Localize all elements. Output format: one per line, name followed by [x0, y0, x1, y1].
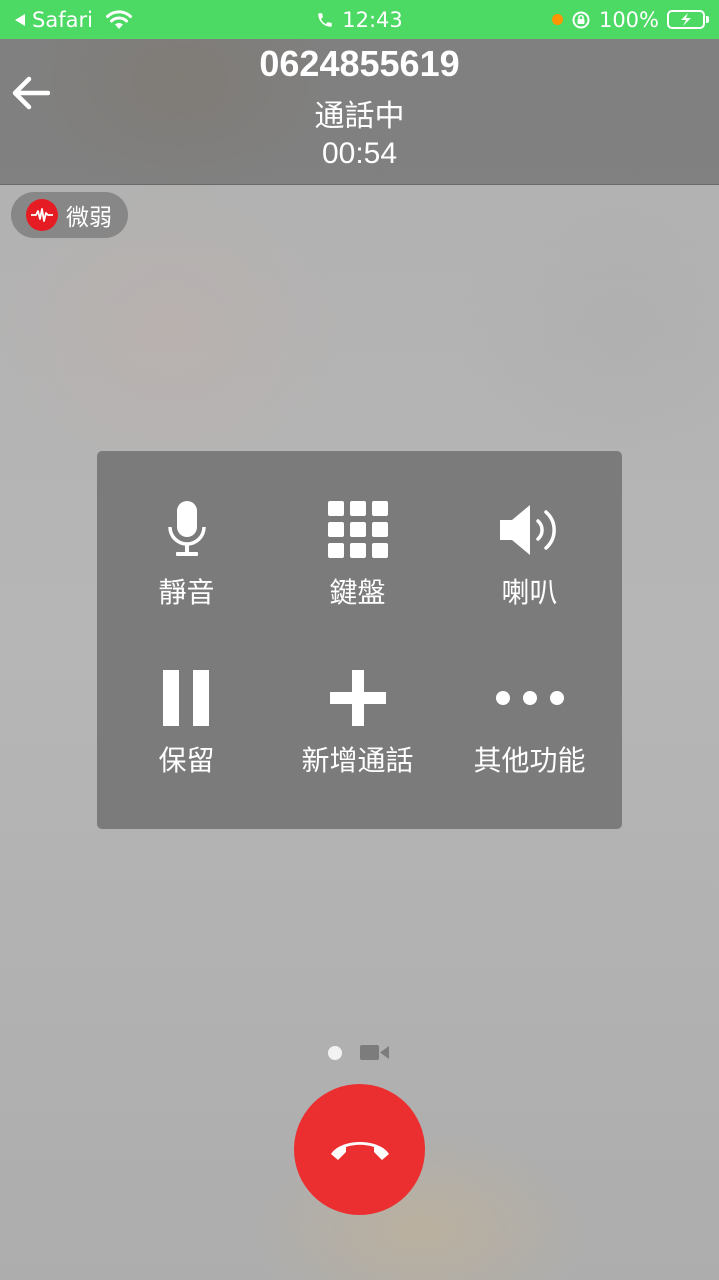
page-dot-active	[328, 1045, 342, 1060]
more-functions-label: 其他功能	[473, 744, 586, 777]
hold-button[interactable]: 保留	[99, 663, 274, 813]
keypad-label: 鍵盤	[329, 576, 386, 609]
plus-icon	[308, 663, 408, 733]
call-timer: 00:54	[321, 137, 398, 170]
microphone-icon	[137, 495, 237, 565]
status-right-group: 100%	[551, 0, 709, 39]
add-call-label: 新增通話	[301, 744, 414, 777]
keypad-button[interactable]: 鍵盤	[270, 495, 445, 645]
phone-call-icon	[316, 11, 334, 29]
call-controls-panel: 靜音 鍵盤 喇叭 保留 新增通話 其他功能	[97, 451, 622, 829]
pause-icon	[137, 663, 237, 733]
mute-label: 靜音	[158, 576, 215, 609]
signal-quality-label: 微弱	[66, 205, 112, 231]
mute-button[interactable]: 靜音	[99, 495, 274, 645]
call-status: 通話中	[314, 99, 405, 134]
more-functions-button[interactable]: 其他功能	[442, 663, 617, 813]
hang-up-icon	[327, 1136, 393, 1164]
video-camera-icon	[360, 1044, 390, 1061]
add-call-button[interactable]: 新增通話	[270, 663, 445, 813]
hold-label: 保留	[158, 744, 215, 777]
speaker-button[interactable]: 喇叭	[442, 495, 617, 645]
page-indicator[interactable]	[328, 1044, 390, 1061]
battery-percent: 100%	[598, 7, 659, 32]
clock-time: 12:43	[342, 7, 403, 32]
orientation-lock-icon	[571, 10, 591, 30]
call-header: 0624855619 通話中 00:54	[0, 39, 719, 185]
status-bar: Safari 12:43 100%	[0, 0, 719, 39]
end-call-button[interactable]	[294, 1084, 425, 1215]
signal-waveform-icon	[26, 199, 58, 231]
speaker-icon	[480, 495, 580, 565]
caller-number: 0624855619	[259, 43, 460, 84]
battery-icon	[667, 10, 709, 29]
signal-quality-badge: 微弱	[11, 192, 128, 238]
mic-in-use-indicator	[551, 14, 563, 25]
keypad-icon	[308, 495, 408, 565]
speaker-label: 喇叭	[501, 576, 558, 609]
more-icon	[480, 663, 580, 733]
